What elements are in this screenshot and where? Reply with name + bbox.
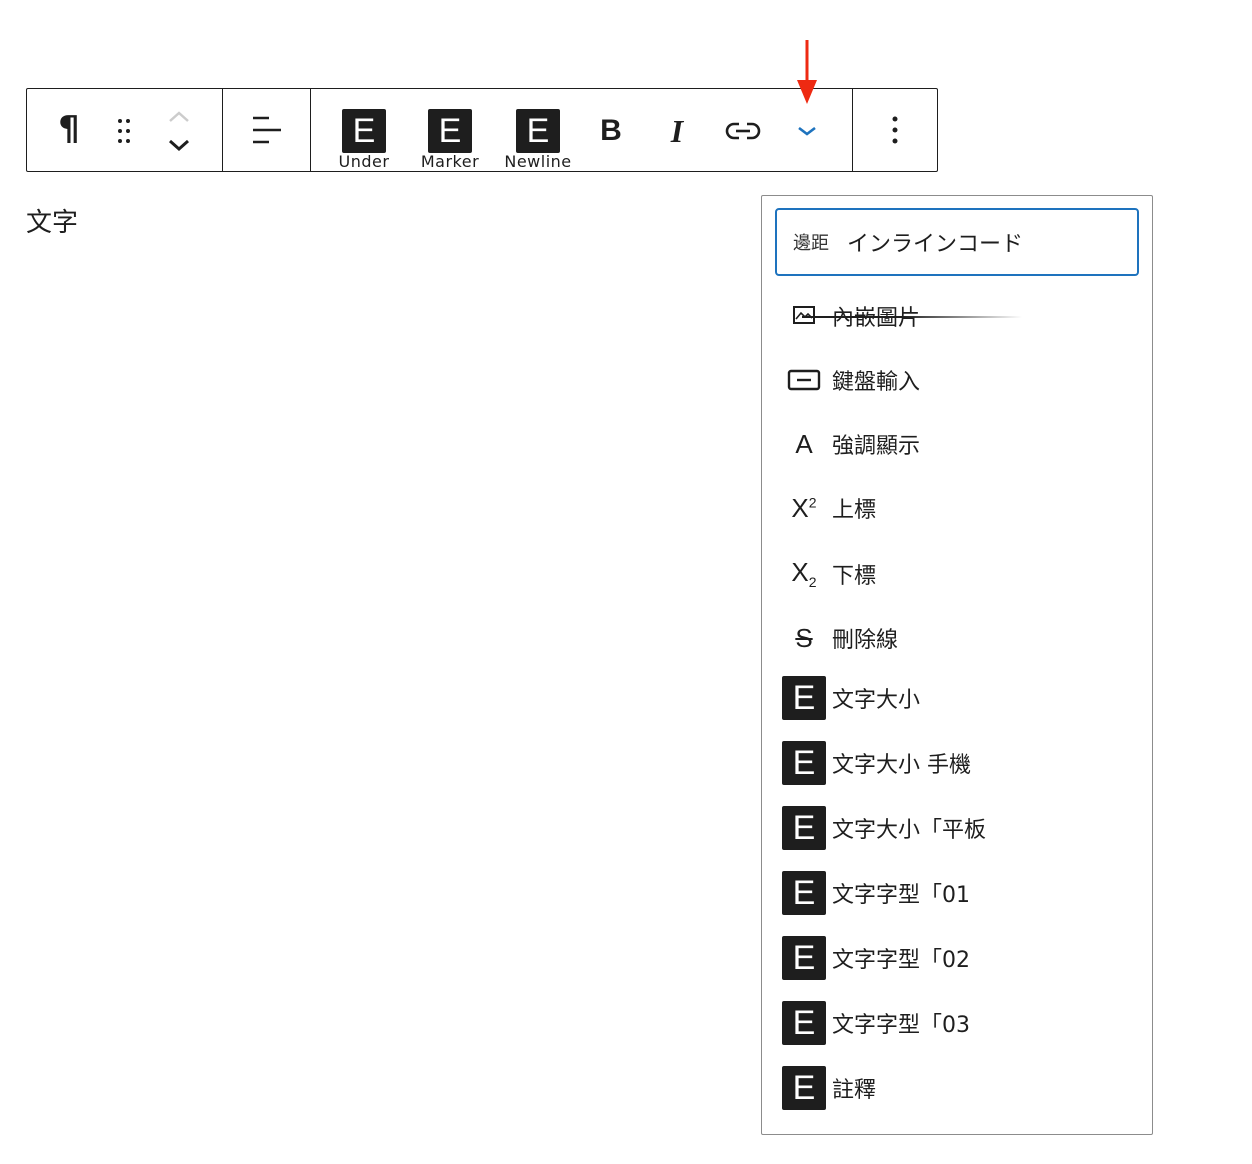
menu-item-font-size[interactable]: E 文字大小 [776,668,1140,728]
menu-item-annotation[interactable]: E 註釋 [776,1058,1140,1118]
paragraph-text[interactable]: 文字 [26,206,78,240]
e-icon: E [782,936,826,980]
more-formats-chevron-icon[interactable] [787,111,827,151]
newline-format-button[interactable]: E Newline [503,109,573,173]
keyboard-icon [776,356,832,404]
newline-label: Newline [504,152,572,171]
bold-button[interactable]: B [591,111,631,151]
subscript-icon: X2 [791,557,817,591]
menu-item-label: 鍵盤輸入 [832,370,921,395]
menu-item-subscript[interactable]: X2 下標 [776,544,1140,604]
e-icon: E [428,109,472,153]
marker-label: Marker [420,152,480,171]
menu-item-font-family-03[interactable]: E 文字字型「03 [776,993,1140,1053]
menu-item-label: 文字大小「平板 [832,818,987,843]
highlight-a-icon: A [795,428,813,459]
e-icon: E [782,1001,826,1045]
italic-button[interactable]: I [657,111,697,151]
menu-item-font-size-mobile[interactable]: E 文字大小 手機 [776,733,1140,793]
menu-item-label: 強調顯示 [832,434,921,459]
under-format-button[interactable]: E Under [329,109,399,173]
menu-item-keyboard[interactable]: 鍵盤輸入 [776,350,1140,410]
marker-format-button[interactable]: E Marker [415,109,485,173]
link-icon[interactable] [723,111,763,151]
menu-item-font-family-01[interactable]: E 文字字型「01 [776,863,1140,923]
menu-item-strikethrough[interactable]: S 刪除線 [776,608,1140,668]
under-label: Under [338,152,390,171]
e-icon: E [782,806,826,850]
e-icon: E [782,741,826,785]
inline-code-prefix: 邊距 [793,233,829,254]
block-mover [159,105,199,157]
menu-item-label: 內嵌圖片 [802,300,1022,332]
move-down-icon[interactable] [167,138,191,152]
menu-item-highlight[interactable]: A 強調顯示 [776,414,1140,474]
block-controls-group: ¶ [27,89,222,171]
red-arrow-icon [797,40,817,104]
e-icon: E [516,109,560,153]
move-up-icon[interactable] [167,110,191,124]
menu-item-label: インラインコード [847,232,1024,257]
menu-item-label: 刪除線 [832,628,899,653]
e-icon: E [342,109,386,153]
e-icon: E [782,871,826,915]
menu-item-font-size-tablet[interactable]: E 文字大小「平板 [776,798,1140,858]
options-group [852,89,937,171]
menu-item-label: 文字大小 手機 [832,753,971,778]
menu-item-superscript[interactable]: X2 上標 [776,478,1140,538]
more-options-icon[interactable] [875,110,915,150]
e-icon: E [782,676,826,720]
paragraph-block-icon[interactable]: ¶ [51,109,87,149]
menu-item-label: 上標 [832,498,877,523]
format-group: E Under E Marker E Newline B I [310,89,852,171]
align-left-icon[interactable] [247,110,287,150]
menu-item-label: 註釋 [832,1078,877,1103]
menu-item-label: 文字大小 [832,688,921,713]
menu-item-label: 文字字型「01 [832,883,970,908]
menu-item-label: 文字字型「03 [832,1013,970,1038]
drag-handle-icon[interactable] [109,111,139,151]
strikethrough-icon: S [795,622,813,653]
menu-item-label: 下標 [832,564,877,589]
superscript-icon: X2 [791,492,817,523]
format-dropdown-menu: 邊距 インラインコード 內嵌圖片 鍵盤輸入 A 強調顯示 X2 上標 X2 下標 [761,195,1153,1135]
menu-item-inline-image[interactable]: 內嵌圖片 [776,286,1140,346]
e-icon: E [782,1066,826,1110]
menu-item-inline-code[interactable]: 邊距 インラインコード [775,208,1139,276]
menu-item-label: 文字字型「02 [832,948,970,973]
alignment-group [222,89,310,171]
menu-item-font-family-02[interactable]: E 文字字型「02 [776,928,1140,988]
